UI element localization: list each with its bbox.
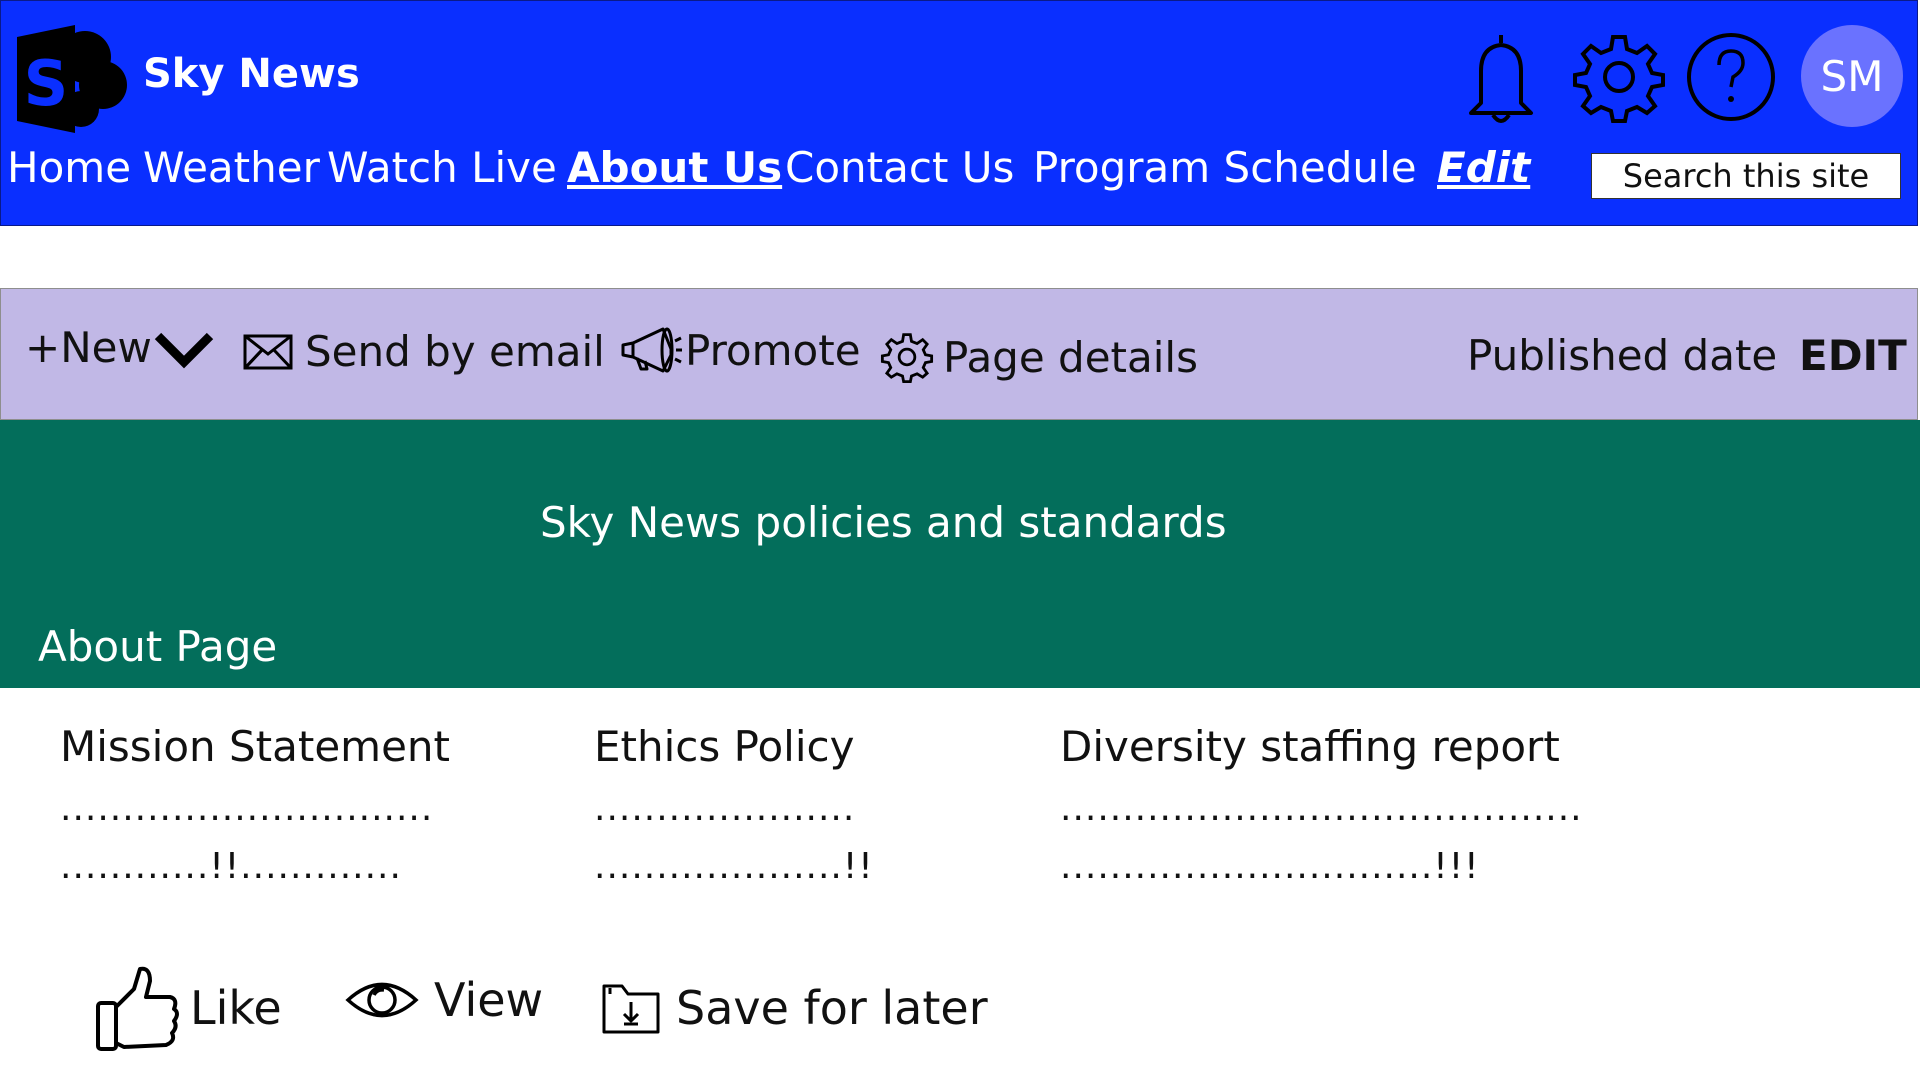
command-bar: +New Send by email Promote Page details … [0,288,1918,420]
thumbs-up-icon [96,966,179,1051]
column-mission-statement: Mission Statement ......................… [60,722,450,894]
envelope-icon [243,334,293,369]
page-details-label: Page details [943,332,1198,382]
column-text-line: ........................................… [1060,788,1583,829]
help-icon[interactable] [1681,27,1781,127]
mission-statement-link[interactable]: Mission Statement [60,722,450,778]
column-text-line: ..................... [594,788,856,829]
published-date-label: Published date [1467,331,1778,380]
gear-icon [880,333,934,384]
view-label: View [434,973,544,1027]
promote-label: Promote [685,325,861,375]
svg-text:S: S [24,47,69,120]
page-banner: Sky News policies and standards About Pa… [0,420,1920,688]
nav-watch-live[interactable]: Watch Live [327,143,557,199]
nav-weather[interactable]: Weather [143,143,320,199]
diversity-report-link[interactable]: Diversity staffing report [1060,722,1583,778]
bell-icon[interactable] [1451,27,1551,127]
sharepoint-logo-icon[interactable]: S [13,23,131,135]
nav-program-schedule[interactable]: Program Schedule [1033,143,1417,199]
page-title: About Page [38,622,278,671]
new-label: +New [25,323,152,372]
page-details-button[interactable]: Page details [879,329,1198,385]
promote-button[interactable]: Promote [619,325,861,375]
folder-download-icon [602,984,660,1034]
megaphone-icon [621,327,682,373]
column-diversity-report: Diversity staffing report ..............… [1060,722,1583,894]
view-button[interactable]: View [344,950,543,1050]
user-avatar[interactable]: SM [1801,25,1903,127]
nav-edit[interactable]: Edit [1437,143,1530,199]
column-text-line: ............!!............. [60,846,402,887]
nav-home[interactable]: Home [7,143,131,199]
column-text-line: .............................. [60,788,434,829]
chevron-down-icon [154,332,213,368]
like-label: Like [190,981,282,1035]
edit-button[interactable]: EDIT [1799,331,1907,380]
column-ethics-policy: Ethics Policy ..................... ....… [594,722,874,894]
send-by-email-button[interactable]: Send by email [243,327,605,376]
search-input[interactable]: Search this site [1591,153,1901,199]
site-title[interactable]: Sky News [143,51,360,97]
save-for-later-label: Save for later [676,981,988,1035]
new-button[interactable]: +New [25,323,216,372]
nav-contact-us[interactable]: Contact Us [785,143,1014,199]
site-header: S Sky News SM Home Weather Watch Live Ab… [0,0,1918,226]
save-for-later-button[interactable]: Save for later [600,958,988,1058]
send-by-email-label: Send by email [305,327,605,376]
eye-icon [345,982,419,1018]
column-text-line: ....................!! [594,846,874,887]
nav-about-us[interactable]: About Us [567,143,782,199]
banner-subtitle: Sky News policies and standards [540,498,1227,547]
column-text-line: ..............................!!! [1060,846,1480,887]
ethics-policy-link[interactable]: Ethics Policy [594,722,874,778]
gear-icon[interactable] [1569,27,1669,127]
like-button[interactable]: Like [94,958,282,1058]
